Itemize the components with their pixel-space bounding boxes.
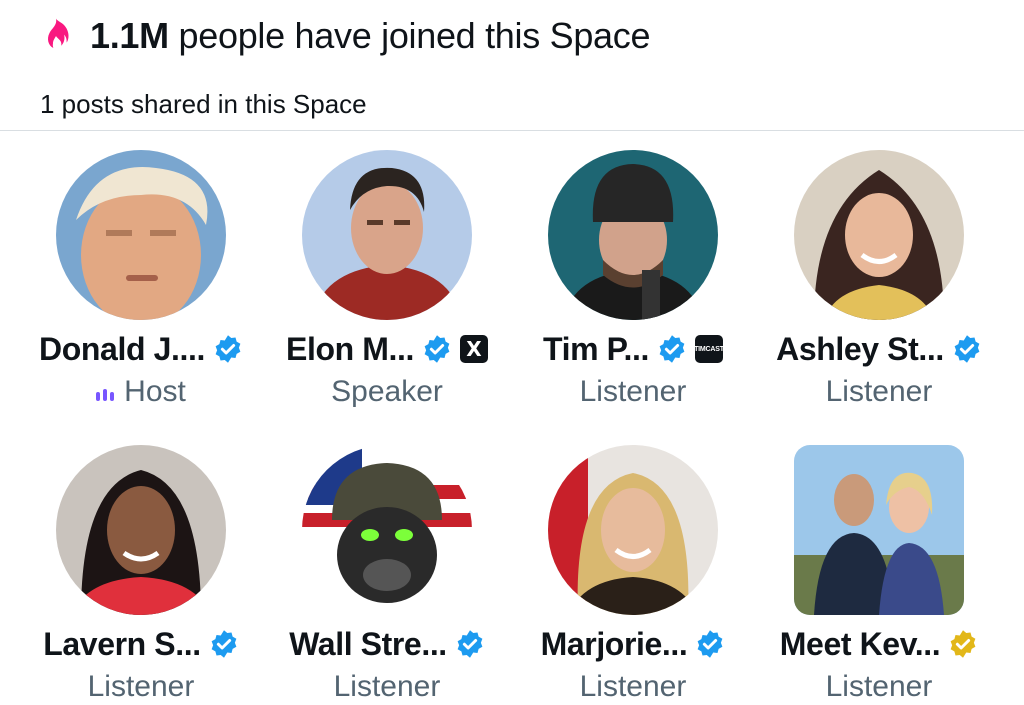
avatar[interactable] xyxy=(548,150,718,320)
participant-role: Listener xyxy=(825,375,933,408)
participant-card[interactable]: Tim P... TIMCAST Listener xyxy=(510,150,756,410)
host-audio-icon xyxy=(96,385,115,402)
x-affiliation-icon: X xyxy=(459,335,488,363)
joined-text: people have joined this Space xyxy=(178,15,651,56)
participant-name: Wall Stre... xyxy=(289,625,447,662)
participant-name: Ashley St... xyxy=(776,330,944,367)
verified-badge-icon xyxy=(659,335,685,363)
avatar[interactable] xyxy=(548,445,718,615)
participant-name: Elon M... xyxy=(286,330,414,367)
participant-card[interactable]: Wall Stre... Listener xyxy=(264,445,510,705)
participant-name: Lavern S... xyxy=(43,625,201,662)
timcast-affiliation-icon: TIMCAST xyxy=(694,335,724,363)
participant-name: Meet Kev... xyxy=(779,625,941,662)
listener-count: 1.1M xyxy=(90,15,169,56)
verified-badge-icon xyxy=(215,335,241,363)
verified-badge-icon xyxy=(698,630,723,658)
participant-card[interactable]: Elon M... X Speaker xyxy=(264,150,510,410)
avatar[interactable] xyxy=(794,150,964,320)
verified-badge-icon xyxy=(954,335,980,363)
participant-name: Marjorie... xyxy=(540,625,688,662)
participant-role: Host xyxy=(124,375,186,408)
participant-role: Speaker xyxy=(331,375,443,408)
avatar[interactable] xyxy=(302,150,472,320)
verified-badge-icon xyxy=(457,630,483,658)
posts-shared-link[interactable]: 1 posts shared in this Space xyxy=(40,88,367,120)
verified-badge-icon xyxy=(211,630,237,658)
avatar[interactable] xyxy=(56,150,226,320)
space-header: 1.1M people have joined this Space xyxy=(40,12,651,60)
flame-icon xyxy=(40,16,76,56)
participant-name: Donald J.... xyxy=(39,330,205,367)
divider xyxy=(0,130,1024,131)
participant-card[interactable]: Lavern S... Listener xyxy=(18,445,264,705)
participant-card[interactable]: Donald J.... Host xyxy=(18,150,264,410)
participant-role: Listener xyxy=(579,375,687,408)
avatar[interactable] xyxy=(794,445,964,615)
participant-name: Tim P... xyxy=(543,330,649,367)
verified-gold-badge-icon xyxy=(950,630,976,658)
avatar[interactable] xyxy=(302,445,472,615)
avatar[interactable] xyxy=(56,445,226,615)
verified-badge-icon xyxy=(424,335,450,363)
participant-card[interactable]: Ashley St... Listener xyxy=(756,150,1002,410)
participant-card[interactable]: Meet Kev... Listener xyxy=(756,445,1002,705)
participant-card[interactable]: Marjorie... Listener xyxy=(510,445,756,705)
